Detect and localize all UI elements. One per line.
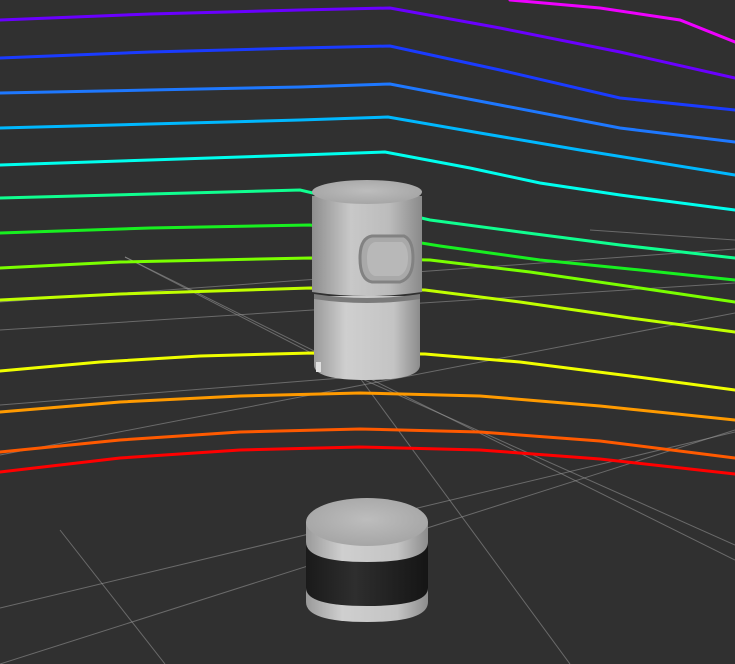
scan-ring-skyblue [0,115,735,177]
3d-viewport[interactable] [0,0,735,664]
scan-ring-orange [0,391,735,422]
base-top-cap [306,498,428,546]
grid-line [0,374,381,406]
lidar-top-cap [312,180,422,204]
lidar-lower-body [314,296,420,380]
lidar-sensor-model[interactable] [312,180,422,380]
scan-ring-violet [0,6,735,80]
scan-ring-azure [0,82,735,144]
robot-base-model[interactable] [306,498,428,622]
scene-canvas[interactable] [0,0,735,664]
scan-ring-blue [0,44,735,112]
scan-ring-red [0,445,735,476]
grid-line [59,529,166,664]
lidar-foot-tab [316,362,321,372]
grid-line [589,229,735,241]
lidar-window-inner [367,242,408,276]
